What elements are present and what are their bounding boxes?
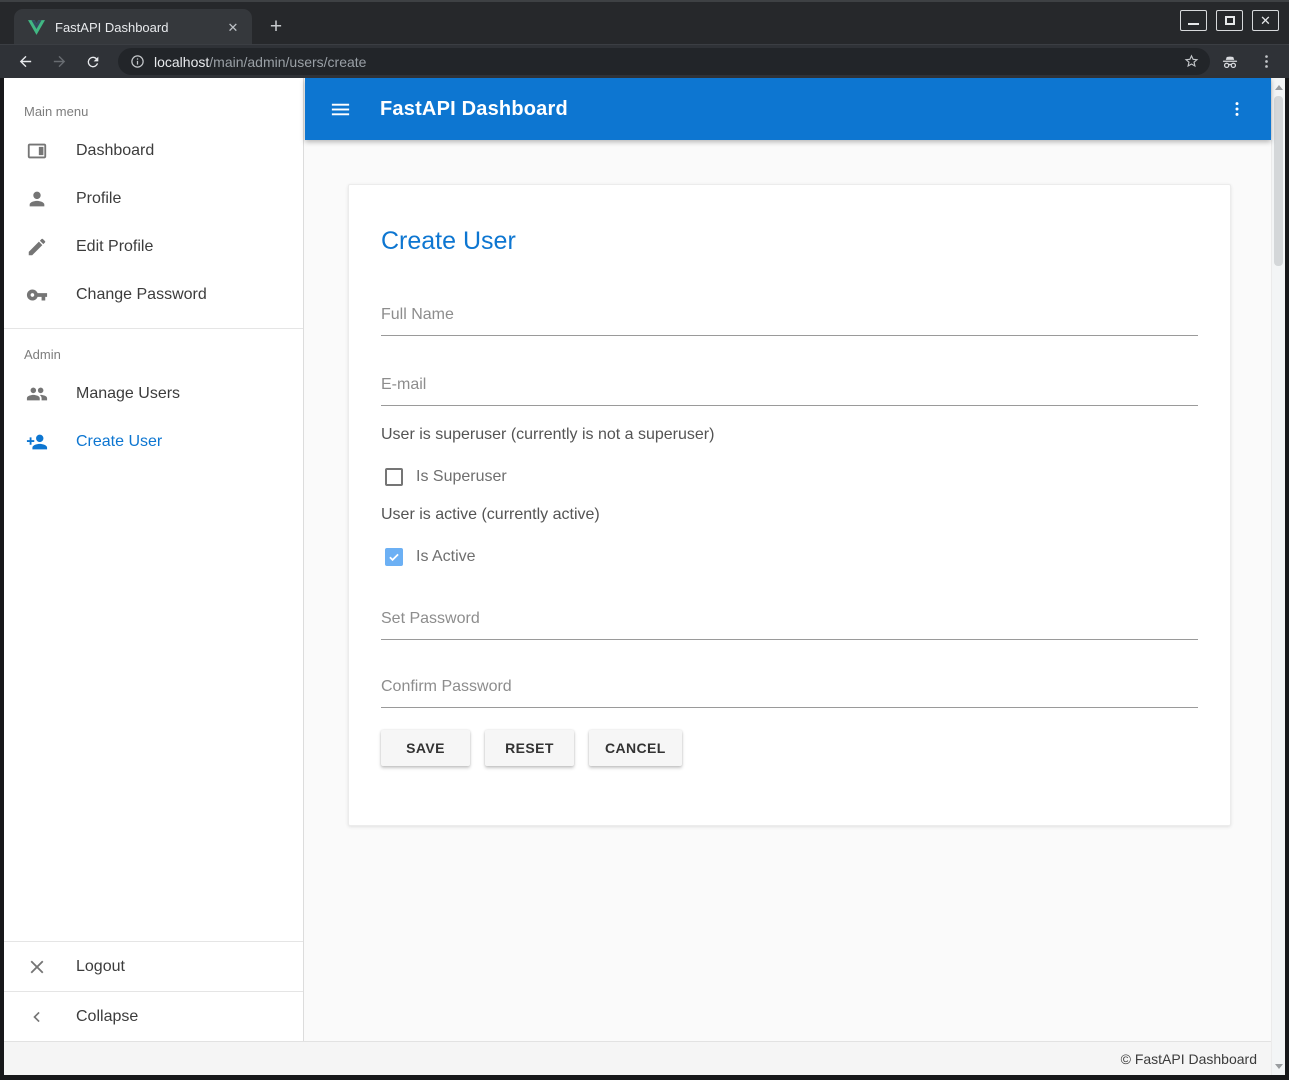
full-name-input[interactable] <box>381 306 1198 336</box>
reload-icon[interactable] <box>80 49 106 75</box>
dashboard-icon <box>25 140 49 162</box>
vertical-scrollbar[interactable] <box>1271 78 1285 1075</box>
confirm-password-input[interactable] <box>381 678 1198 708</box>
cancel-button[interactable]: CANCEL <box>589 730 682 766</box>
person-add-icon <box>25 431 49 453</box>
sidebar-section-admin: Admin <box>4 329 303 370</box>
is-active-checkbox-row[interactable]: Is Active <box>381 548 1198 566</box>
reset-button[interactable]: RESET <box>485 730 574 766</box>
appbar-title: FastAPI Dashboard <box>380 98 568 121</box>
back-icon[interactable] <box>12 49 38 75</box>
window-close-icon[interactable]: ✕ <box>1252 10 1279 31</box>
sidebar-item-logout[interactable]: Logout <box>4 942 303 991</box>
email-field-wrap <box>381 376 1198 406</box>
hamburger-menu-icon[interactable] <box>329 98 352 121</box>
save-button[interactable]: SAVE <box>381 730 470 766</box>
sidebar-item-collapse[interactable]: Collapse <box>4 992 303 1041</box>
sidebar-item-label: Collapse <box>76 1008 138 1026</box>
url-text: localhost/main/admin/users/create <box>154 54 1183 70</box>
set-password-input[interactable] <box>381 610 1198 640</box>
appbar-menu-icon[interactable] <box>1227 99 1247 119</box>
forward-icon[interactable] <box>46 49 72 75</box>
sidebar-item-edit-profile[interactable]: Edit Profile <box>4 223 303 271</box>
vue-logo-icon <box>28 19 45 36</box>
sidebar-item-label: Profile <box>76 190 121 208</box>
new-tab-icon[interactable]: + <box>262 13 290 41</box>
sidebar-item-profile[interactable]: Profile <box>4 175 303 223</box>
superuser-hint: User is superuser (currently is not a su… <box>381 426 1198 444</box>
sidebar-item-label: Dashboard <box>76 142 154 160</box>
person-icon <box>25 188 49 210</box>
scrollbar-thumb[interactable] <box>1274 96 1283 266</box>
is-active-label: Is Active <box>416 548 476 566</box>
checkbox-checked-icon[interactable] <box>385 548 403 566</box>
bookmark-star-icon[interactable] <box>1183 53 1200 70</box>
browser-titlebar: FastAPI Dashboard ✕ + ✕ <box>0 0 1289 44</box>
people-icon <box>25 383 49 405</box>
scroll-down-icon[interactable] <box>1272 1059 1285 1073</box>
sidebar-item-change-password[interactable]: Change Password <box>4 271 303 319</box>
page-footer: © FastAPI Dashboard <box>4 1041 1271 1075</box>
sidebar-item-label: Change Password <box>76 286 207 304</box>
page-title: Create User <box>381 185 1198 256</box>
sidebar: Main menu Dashboard Profile Edit Profile… <box>4 78 304 1041</box>
email-input[interactable] <box>381 376 1198 406</box>
create-user-card: Create User User is superuser (currently… <box>348 184 1231 826</box>
page-viewport: Main menu Dashboard Profile Edit Profile… <box>4 78 1285 1075</box>
site-info-icon[interactable] <box>130 54 145 69</box>
checkbox-unchecked-icon[interactable] <box>385 468 403 486</box>
pencil-icon <box>25 236 49 258</box>
sidebar-item-create-user[interactable]: Create User <box>4 418 303 466</box>
form-actions: SAVE RESET CANCEL <box>381 730 1198 766</box>
sidebar-item-dashboard[interactable]: Dashboard <box>4 127 303 175</box>
appbar: FastAPI Dashboard <box>305 78 1271 140</box>
main-area: FastAPI Dashboard Create User User is su… <box>305 78 1271 1041</box>
full-name-field-wrap <box>381 306 1198 336</box>
close-x-icon <box>25 956 49 978</box>
set-password-field-wrap <box>381 610 1198 640</box>
is-superuser-label: Is Superuser <box>416 468 507 486</box>
address-bar[interactable]: localhost/main/admin/users/create <box>118 48 1210 75</box>
confirm-password-field-wrap <box>381 678 1198 708</box>
incognito-icon <box>1220 52 1240 72</box>
browser-menu-icon[interactable] <box>1258 53 1275 70</box>
scroll-up-icon[interactable] <box>1272 80 1285 94</box>
sidebar-item-label: Edit Profile <box>76 238 153 256</box>
sidebar-item-label: Logout <box>76 958 125 976</box>
sidebar-item-manage-users[interactable]: Manage Users <box>4 370 303 418</box>
key-icon <box>25 284 49 306</box>
sidebar-item-label: Manage Users <box>76 385 180 403</box>
window-maximize-icon[interactable] <box>1216 10 1243 31</box>
tab-close-icon[interactable]: ✕ <box>224 19 242 37</box>
browser-toolbar: localhost/main/admin/users/create <box>0 44 1289 78</box>
browser-tab[interactable]: FastAPI Dashboard ✕ <box>14 9 252 46</box>
is-superuser-checkbox-row[interactable]: Is Superuser <box>381 468 1198 486</box>
url-host: localhost <box>154 54 209 70</box>
sidebar-section-main-menu: Main menu <box>4 78 303 127</box>
window-minimize-icon[interactable] <box>1180 10 1207 31</box>
url-path: /main/admin/users/create <box>209 54 366 70</box>
chevron-left-icon <box>25 1007 49 1027</box>
sidebar-item-label: Create User <box>76 433 162 451</box>
active-hint: User is active (currently active) <box>381 506 1198 524</box>
copyright-text: © FastAPI Dashboard <box>1121 1051 1257 1067</box>
tab-title: FastAPI Dashboard <box>55 20 224 35</box>
